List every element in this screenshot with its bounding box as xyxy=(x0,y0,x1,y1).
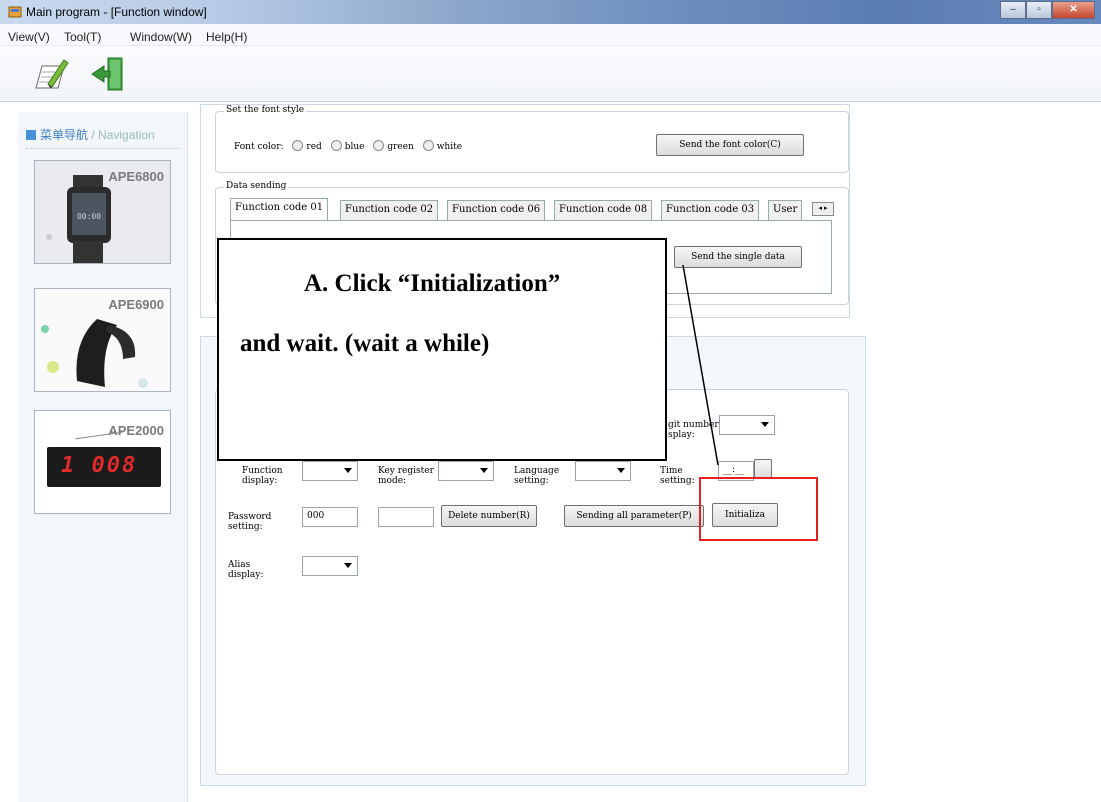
minimize-button[interactable]: – xyxy=(1000,1,1026,19)
title-bar: Main program - [Function window] – ▫ ✕ xyxy=(0,0,1101,24)
menu-help[interactable]: Help(H) xyxy=(206,30,247,44)
alias-display-label: Alias display: xyxy=(228,560,264,580)
radio-blue[interactable] xyxy=(330,140,342,151)
led-display: 1 008 xyxy=(47,447,161,487)
language-label: Language setting: xyxy=(514,466,560,486)
instruction-callout: A. Click “Initialization” and wait. (wai… xyxy=(217,238,667,461)
toolbar xyxy=(0,46,1101,102)
password-label: Password setting: xyxy=(228,512,272,532)
callout-line-2: and wait. (wait a while) xyxy=(240,330,490,357)
menu-bar: View(V) Tool(T) Window(W) Help(H) xyxy=(0,24,1101,46)
password-input[interactable]: 000 xyxy=(302,507,358,527)
grid-icon xyxy=(26,130,36,140)
edit-document-icon[interactable] xyxy=(30,54,70,94)
watch-image: 00:00 xyxy=(46,175,111,263)
radio-green-label: green xyxy=(387,142,414,152)
tab-function-01[interactable]: Function code 01 xyxy=(230,198,329,220)
device-label: APE6800 xyxy=(108,169,164,184)
alias-display-select[interactable] xyxy=(302,556,358,576)
tab-function-06[interactable]: Function code 06 xyxy=(447,200,546,220)
font-color-label: Font color: xyxy=(234,142,284,152)
exit-door-icon[interactable] xyxy=(88,54,128,94)
send-single-data-button[interactable]: Send the single data xyxy=(674,246,802,268)
send-all-parameter-button[interactable]: Sending all parameter(P) xyxy=(564,505,704,527)
tab-scroll-arrows[interactable]: ◂ ▸ xyxy=(812,202,834,216)
close-button[interactable]: ✕ xyxy=(1052,1,1095,19)
time-picker-button[interactable] xyxy=(754,459,772,479)
highlight-box xyxy=(699,477,818,541)
radio-blue-label: blue xyxy=(344,142,365,152)
radio-red[interactable] xyxy=(292,140,304,151)
svg-text:00:00: 00:00 xyxy=(77,212,101,221)
device-ape2000[interactable]: APE2000 1 008 xyxy=(34,410,171,514)
language-select[interactable] xyxy=(575,461,631,481)
device-label: APE6900 xyxy=(108,297,164,312)
function-display-label: Function display: xyxy=(242,466,283,486)
window-controls: – ▫ ✕ xyxy=(1000,1,1095,19)
delete-number-button[interactable]: Delete number(R) xyxy=(441,505,537,527)
radio-green[interactable] xyxy=(373,140,385,151)
font-style-group: Set the font style Font color: red blue … xyxy=(215,105,849,173)
font-style-legend: Set the font style xyxy=(224,105,307,115)
function-display-select[interactable] xyxy=(302,461,358,481)
tab-function-08[interactable]: Function code 08 xyxy=(554,200,653,220)
band-image xyxy=(41,319,148,388)
navigation-heading: 菜单导航 / Navigation xyxy=(26,126,155,143)
callout-line-1: A. Click “Initialization” xyxy=(304,270,561,297)
font-color-row: Font color: red blue green white xyxy=(234,140,462,152)
send-font-color-button[interactable]: Send the font color(C) xyxy=(656,134,804,156)
radio-red-label: red xyxy=(306,142,322,152)
tab-function-02[interactable]: Function code 02 xyxy=(340,200,439,220)
radio-white-label: white xyxy=(436,142,463,152)
tab-user[interactable]: User xyxy=(768,200,803,220)
time-label: Time setting: xyxy=(660,466,695,486)
app-icon xyxy=(8,6,22,18)
number-input[interactable] xyxy=(378,507,434,527)
radio-white[interactable] xyxy=(422,140,434,151)
key-register-label: Key register mode: xyxy=(378,466,434,486)
device-ape6800[interactable]: 00:00 APE6800 xyxy=(34,160,171,264)
maximize-button[interactable]: ▫ xyxy=(1026,1,1052,19)
menu-view[interactable]: View(V) xyxy=(8,30,50,44)
window-title: Main program - [Function window] xyxy=(26,5,207,19)
divider xyxy=(26,148,180,149)
digit-number-label: git number splay: xyxy=(668,420,719,440)
device-ape6900[interactable]: APE6900 xyxy=(34,288,171,392)
tab-function-03[interactable]: Function code 03 xyxy=(661,200,760,220)
data-sending-legend: Data sending xyxy=(224,181,289,191)
menu-tool[interactable]: Tool(T) xyxy=(64,30,101,44)
menu-window[interactable]: Window(W) xyxy=(130,30,192,44)
navigation-panel: 菜单导航 / Navigation 00:00 APE6800 APE6900 … xyxy=(18,112,188,802)
digit-number-select[interactable] xyxy=(719,415,775,435)
device-label: APE2000 xyxy=(108,423,164,438)
key-register-select[interactable] xyxy=(438,461,494,481)
